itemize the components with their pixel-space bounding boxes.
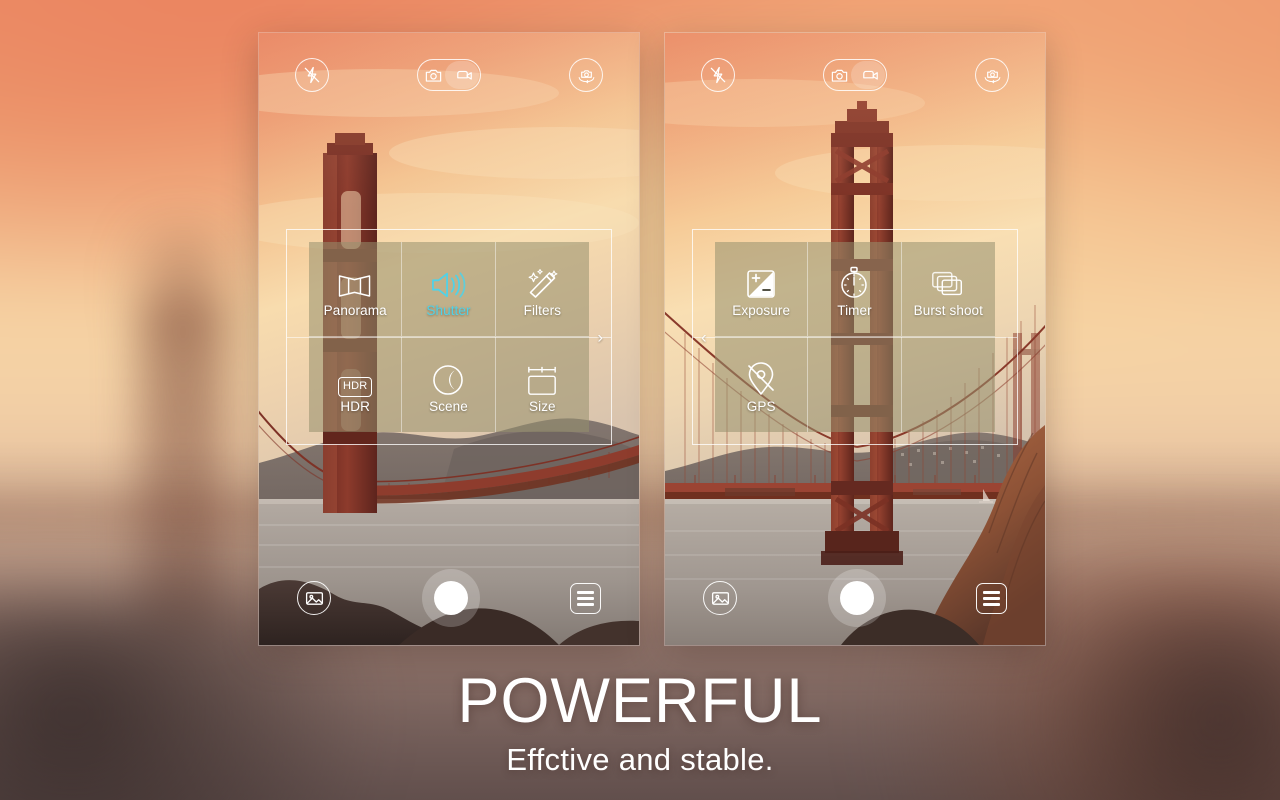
exposure-icon	[744, 259, 778, 301]
moon-icon	[431, 355, 465, 397]
option-filters[interactable]: Filters	[495, 242, 589, 337]
prev-page-chevron[interactable]: ‹	[701, 329, 707, 346]
camera-bottombar-left	[259, 567, 639, 629]
menu-button[interactable]	[976, 582, 1007, 614]
option-panorama[interactable]: Panorama	[309, 242, 403, 337]
gallery-button[interactable]	[703, 581, 737, 615]
option-empty-2	[902, 337, 995, 432]
option-timer[interactable]: Timer	[808, 242, 902, 337]
shutter-core	[433, 581, 468, 615]
option-label: Shutter	[426, 303, 471, 318]
camera-video-toggle[interactable]	[417, 59, 481, 91]
shutter-core	[839, 581, 874, 615]
camera-options-panel-left: › Panorama Shutter Filters HDR HDR Scene…	[286, 229, 612, 445]
option-label: HDR	[340, 398, 370, 414]
flash-off-icon[interactable]	[295, 58, 329, 92]
tagline-subtitle: Effctive and stable.	[506, 742, 774, 777]
panel-divider	[693, 337, 1017, 338]
option-label: Exposure	[732, 303, 791, 318]
photo-mode-icon[interactable]	[418, 66, 449, 85]
hdr-badge-label: HDR	[337, 376, 373, 397]
camera-bottombar-right	[665, 567, 1045, 629]
image-size-icon	[523, 355, 561, 397]
option-label: GPS	[746, 398, 776, 414]
photo-mode-icon[interactable]	[824, 66, 855, 85]
menu-line	[577, 590, 594, 594]
menu-line	[577, 596, 594, 600]
option-label: Panorama	[323, 303, 387, 318]
camera-options-panel-right: ‹ Exposure Timer Burst shoot GPS	[692, 229, 1018, 445]
promo-screen: › Panorama Shutter Filters HDR HDR Scene…	[0, 0, 1280, 800]
video-mode-icon[interactable]	[449, 66, 480, 85]
burst-stack-icon	[929, 259, 967, 301]
next-page-chevron[interactable]: ›	[597, 329, 603, 346]
gallery-button[interactable]	[297, 581, 331, 615]
shutter-button[interactable]	[827, 569, 886, 627]
phone-screen-right: ‹ Exposure Timer Burst shoot GPS	[665, 33, 1045, 645]
front-camera-icon[interactable]	[569, 58, 603, 92]
panorama-icon	[335, 259, 375, 301]
stopwatch-icon	[837, 259, 871, 301]
shutter-sound-icon	[429, 259, 467, 301]
option-gps[interactable]: GPS	[715, 337, 809, 432]
option-size[interactable]: Size	[496, 337, 589, 432]
option-label: Filters	[523, 303, 562, 318]
option-burst-shoot[interactable]: Burst shoot	[901, 242, 995, 337]
option-label: Burst shoot	[913, 303, 984, 318]
gps-pin-off-icon	[744, 355, 778, 397]
video-mode-icon[interactable]	[855, 66, 886, 85]
front-camera-icon[interactable]	[975, 58, 1009, 92]
option-empty-1	[808, 337, 902, 432]
option-label: Timer	[837, 303, 872, 318]
tagline-title: POWERFUL	[457, 666, 823, 736]
menu-line	[983, 602, 1000, 606]
option-scene[interactable]: Scene	[402, 337, 496, 432]
magic-wand-icon	[524, 259, 560, 301]
option-shutter[interactable]: Shutter	[402, 242, 496, 337]
menu-line	[983, 590, 1000, 594]
phone-screen-left: › Panorama Shutter Filters HDR HDR Scene…	[259, 33, 639, 645]
flash-off-icon[interactable]	[701, 58, 735, 92]
menu-line	[577, 602, 594, 606]
camera-video-toggle[interactable]	[823, 59, 887, 91]
hdr-icon: HDR	[337, 355, 373, 397]
panel-divider	[287, 337, 611, 338]
option-label: Size	[528, 398, 556, 414]
camera-topbar-left	[259, 33, 639, 117]
camera-topbar-right	[665, 33, 1045, 117]
option-hdr[interactable]: HDR HDR	[309, 337, 403, 432]
option-label: Scene	[429, 398, 468, 414]
menu-button[interactable]	[570, 582, 601, 614]
shutter-button[interactable]	[421, 569, 480, 627]
tagline-block: POWERFUL Effctive and stable.	[0, 664, 1280, 782]
option-exposure[interactable]: Exposure	[715, 242, 809, 337]
menu-line	[983, 596, 1000, 600]
